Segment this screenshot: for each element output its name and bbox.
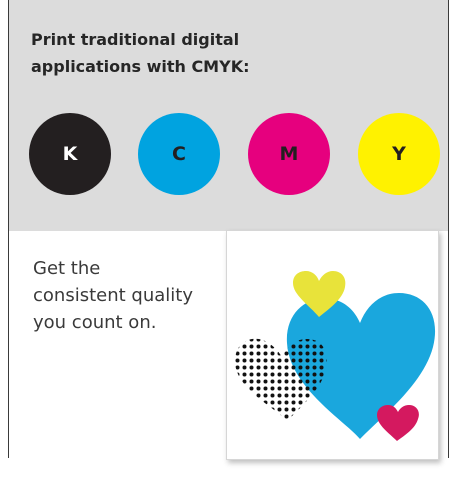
cyan-ink-circle: C: [138, 113, 220, 195]
quality-tagline: Get the consistent quality you count on.: [33, 258, 193, 333]
magenta-heart-shape: [377, 405, 419, 441]
cmyk-heading: Print traditional digital applications w…: [31, 30, 250, 76]
magenta-ink-circle: M: [248, 113, 330, 195]
hearts-illustration: [235, 271, 436, 441]
cmyk-info-box: Print traditional digital applications w…: [9, 0, 448, 231]
content-panel: Print traditional digital applications w…: [8, 0, 449, 460]
cyan-ink-label: C: [172, 143, 186, 165]
black-ink-circle: K: [29, 113, 111, 195]
yellow-ink-label: Y: [392, 143, 406, 165]
magenta-ink-label: M: [279, 143, 299, 165]
hearts-print-image: [226, 230, 439, 460]
black-ink-label: K: [62, 143, 78, 165]
yellow-ink-circle: Y: [358, 113, 440, 195]
dotted-black-heart-shape: [235, 338, 327, 421]
